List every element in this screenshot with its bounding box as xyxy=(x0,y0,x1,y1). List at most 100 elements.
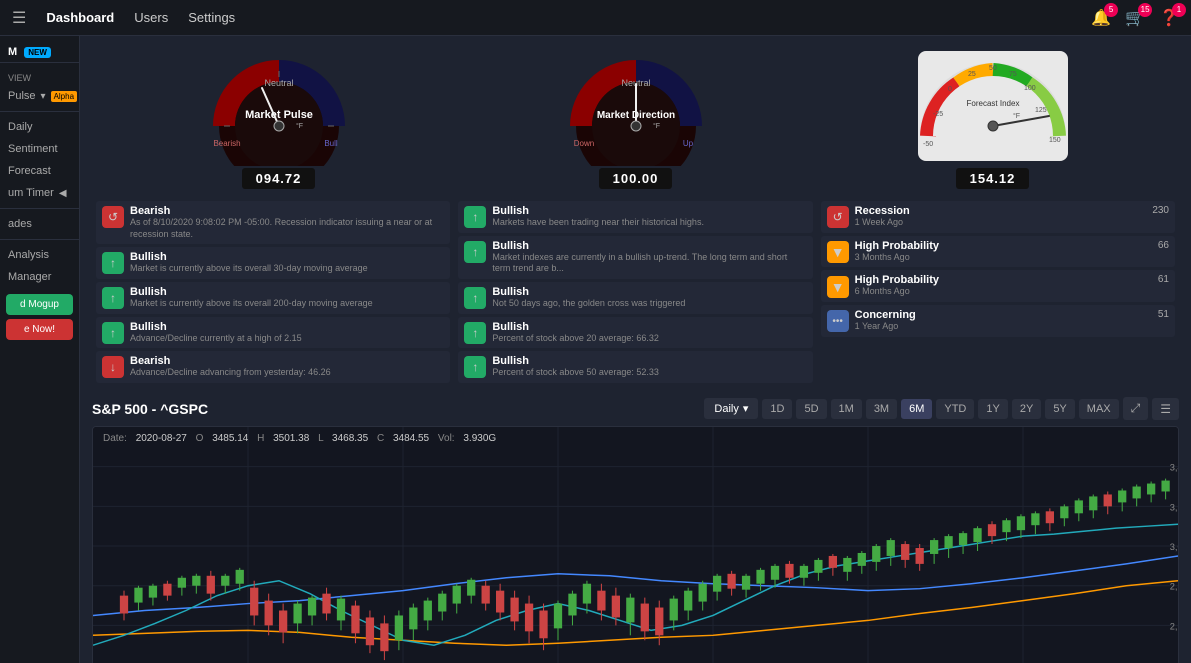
hamburger-icon[interactable]: ☰ xyxy=(12,8,26,28)
enroll-now-btn[interactable]: e Now! xyxy=(6,319,73,340)
signal-1-3: ↑ Bullish Market is currently above its … xyxy=(96,282,450,314)
period-ytd[interactable]: YTD xyxy=(936,399,974,419)
notification-bell-btn[interactable]: 🔔 5 xyxy=(1091,8,1111,28)
signal-sub-concerning: 1 Year Ago xyxy=(855,321,916,333)
sidebar-divider-3 xyxy=(0,239,79,240)
nav-users[interactable]: Users xyxy=(134,10,168,25)
market-direction-gauge: Neutral Down Up Market Direction °F 100.… xyxy=(556,46,716,189)
sidebar-item-forecast[interactable]: Forecast xyxy=(0,160,79,182)
signal-desc-1-2: Market is currently above its overall 30… xyxy=(130,263,444,275)
svg-text:0: 0 xyxy=(948,86,952,93)
signal-sub-highprob-2: 6 Months Ago xyxy=(855,286,939,298)
signal-val-highprob-2: 61 xyxy=(1158,274,1169,285)
signal-title-2-4: Bullish xyxy=(492,321,806,333)
signal-desc-1-3: Market is currently above its overall 20… xyxy=(130,298,444,310)
sidebar-item-ades[interactable]: ades xyxy=(0,213,79,235)
signal-desc-2-5: Percent of stock above 50 average: 52.33 xyxy=(492,367,806,379)
chart-title: S&P 500 - ^GSPC xyxy=(92,401,208,417)
signal-title-highprob-1: High Probability xyxy=(855,240,939,252)
period-max[interactable]: MAX xyxy=(1079,399,1119,419)
svg-text:°F: °F xyxy=(653,122,660,130)
gauge-forecast-svg: -50 -25 0 25 50 75 100 125 150 Forecast … xyxy=(913,46,1073,166)
signal-title-2-5: Bullish xyxy=(492,355,806,367)
signal-title-concerning: Concerning xyxy=(855,309,916,321)
signal-col-1: ↺ Bearish As of 8/10/2020 9:08:02 PM -05… xyxy=(92,201,454,383)
svg-text:-25: -25 xyxy=(933,111,943,118)
svg-text:3,480: 3,480 xyxy=(1170,463,1178,473)
period-6m[interactable]: 6M xyxy=(901,399,932,419)
signal-desc-2-3: Not 50 days ago, the golden cross was tr… xyxy=(492,298,806,310)
svg-text:°F: °F xyxy=(296,122,303,130)
signal-title-1-4: Bullish xyxy=(130,321,444,333)
signal-desc-1-4: Advance/Decline currently at a high of 2… xyxy=(130,333,444,345)
help-badge: 1 xyxy=(1172,3,1186,17)
table-btn[interactable]: ☰ xyxy=(1152,398,1179,420)
period-1d[interactable]: 1D xyxy=(762,399,792,419)
cart-btn[interactable]: 🛒 15 xyxy=(1125,8,1145,28)
help-btn[interactable]: ❓ 1 xyxy=(1159,8,1179,28)
signal-icon-highprob-2: ▼ xyxy=(827,276,849,298)
signal-3-4: ••• Concerning 1 Year Ago 51 xyxy=(821,305,1175,337)
signal-1-5: ↓ Bearish Advance/Decline advancing from… xyxy=(96,351,450,383)
signal-icon-bullish-4: ↑ xyxy=(464,206,486,228)
gauge-direction-container: Neutral Down Up Market Direction °F xyxy=(561,46,711,166)
signal-3-1: ↺ Recession 1 Week Ago 230 xyxy=(821,201,1175,233)
svg-text:2,800: 2,800 xyxy=(1170,582,1178,592)
svg-text:Bull: Bull xyxy=(324,139,338,148)
new-badge: NEW xyxy=(24,47,51,58)
period-3m[interactable]: 3M xyxy=(866,399,897,419)
signal-val-concerning: 51 xyxy=(1158,309,1169,320)
gauge-direction-value: 100.00 xyxy=(599,168,673,189)
nav-dashboard[interactable]: Dashboard xyxy=(46,10,114,25)
signal-sub-highprob-1: 3 Months Ago xyxy=(855,252,939,264)
sidebar-item-timer[interactable]: um Timer ◀ xyxy=(0,182,79,204)
signal-2-2: ↑ Bullish Market indexes are currently i… xyxy=(458,236,812,279)
navbar-icons: 🔔 5 🛒 15 ❓ 1 xyxy=(1091,8,1179,28)
signal-icon-bullish-8: ↑ xyxy=(464,356,486,378)
signal-icon-bullish-5: ↑ xyxy=(464,241,486,263)
signals-section: ↺ Bearish As of 8/10/2020 9:08:02 PM -05… xyxy=(80,195,1191,389)
interval-dropdown[interactable]: Daily ▾ xyxy=(704,398,758,419)
svg-text:50: 50 xyxy=(989,65,997,72)
svg-text:-50: -50 xyxy=(923,141,933,148)
share-btn[interactable]: ⤢ xyxy=(1123,397,1149,420)
sidebar-item-pulse[interactable]: Pulse ▾ Alpha xyxy=(0,85,79,107)
sidebar-item-manager[interactable]: Manager xyxy=(0,266,79,288)
signal-title-1-5: Bearish xyxy=(130,355,444,367)
signal-col-3: ↺ Recession 1 Week Ago 230 ▼ High Probab… xyxy=(817,201,1179,383)
signal-title-2-1: Bullish xyxy=(492,205,806,217)
signal-title-recession: Recession xyxy=(855,205,910,217)
signal-title-2-2: Bullish xyxy=(492,240,806,252)
sidebar-view-label: VIEW xyxy=(0,69,79,85)
add-mogup-btn[interactable]: d Mogup xyxy=(6,294,73,315)
chart-section: S&P 500 - ^GSPC Daily ▾ 1D 5D 1M 3M 6M Y… xyxy=(80,389,1191,663)
sidebar-item-analysis[interactable]: Analysis xyxy=(0,244,79,266)
period-5y[interactable]: 5Y xyxy=(1045,399,1074,419)
svg-text:Neutral: Neutral xyxy=(264,78,293,88)
signal-title-1-1: Bearish xyxy=(130,205,444,217)
signal-icon-bullish-1: ↑ xyxy=(102,252,124,274)
signal-2-1: ↑ Bullish Markets have been trading near… xyxy=(458,201,812,233)
gauge-forecast-value: 154.12 xyxy=(956,168,1030,189)
period-1y[interactable]: 1Y xyxy=(978,399,1007,419)
gauges-section: Neutral Bearish Bull Market Pulse °F xyxy=(80,36,1191,195)
signal-icon-highprob-1: ▼ xyxy=(827,241,849,263)
period-1m[interactable]: 1M xyxy=(831,399,862,419)
signal-title-2-3: Bullish xyxy=(492,286,806,298)
signal-icon-concerning: ••• xyxy=(827,310,849,332)
sidebar: M NEW VIEW Pulse ▾ Alpha Daily Sentiment… xyxy=(0,36,80,663)
sidebar-item-sentiment[interactable]: Sentiment xyxy=(0,138,79,160)
signal-icon-bullish-7: ↑ xyxy=(464,322,486,344)
nav-settings[interactable]: Settings xyxy=(188,10,235,25)
period-5d[interactable]: 5D xyxy=(796,399,826,419)
svg-text:°F: °F xyxy=(1013,112,1020,120)
signal-col-2: ↑ Bullish Markets have been trading near… xyxy=(454,201,816,383)
period-2y[interactable]: 2Y xyxy=(1012,399,1041,419)
gauge-pulse-container: Neutral Bearish Bull Market Pulse °F xyxy=(204,46,354,166)
signal-icon-bearish-1: ↺ xyxy=(102,206,124,228)
signal-3-3: ▼ High Probability 6 Months Ago 61 xyxy=(821,270,1175,302)
main-content: Neutral Bearish Bull Market Pulse °F xyxy=(80,36,1191,663)
sidebar-item-daily[interactable]: Daily xyxy=(0,116,79,138)
gauge-direction-svg: Neutral Down Up Market Direction °F xyxy=(561,46,711,166)
svg-text:25: 25 xyxy=(968,71,976,78)
